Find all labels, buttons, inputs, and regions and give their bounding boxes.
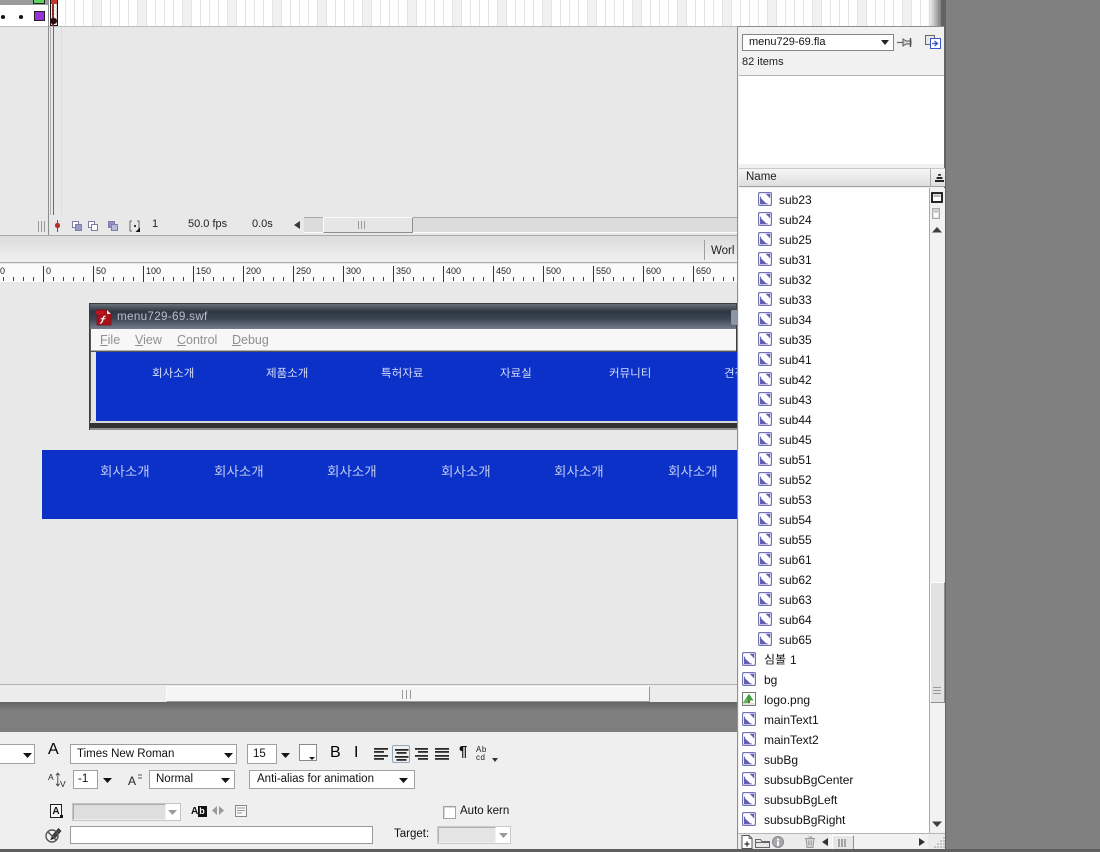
svg-text:A: A bbox=[48, 772, 54, 782]
svg-text:A: A bbox=[128, 774, 136, 788]
svg-text:V: V bbox=[60, 779, 66, 789]
